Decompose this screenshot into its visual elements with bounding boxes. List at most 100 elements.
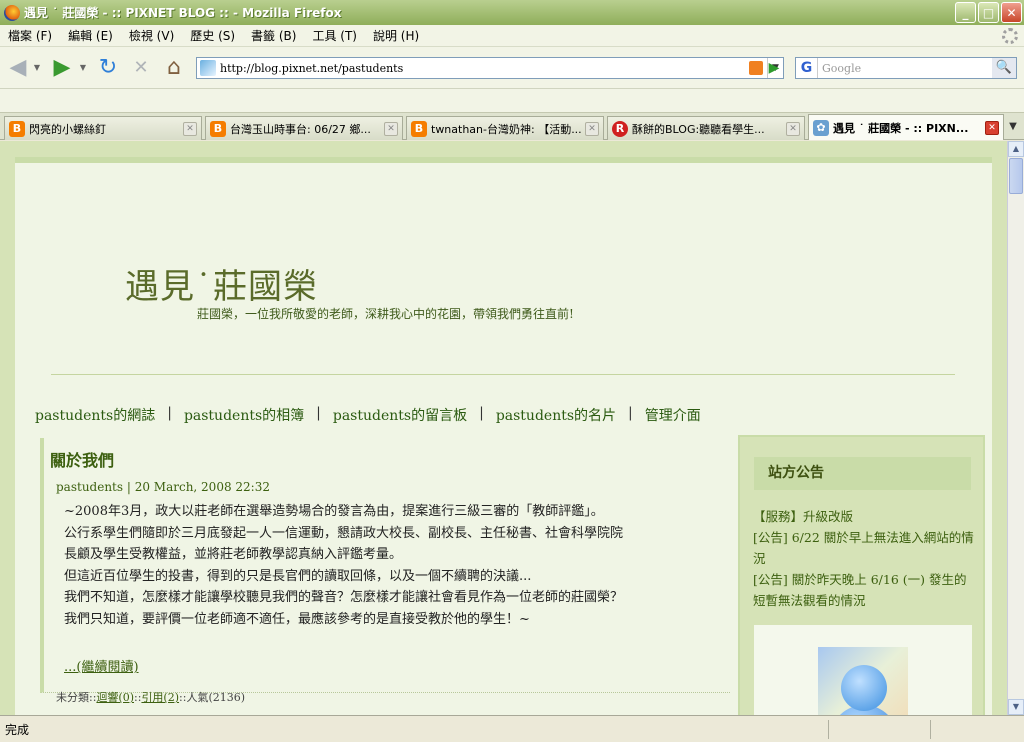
- blog-post: 關於我們 pastudents | 20 March, 2008 22:32 ~…: [40, 438, 730, 704]
- nav-separator: |: [479, 405, 484, 421]
- post-line: 但這近百位學生的投書，得到的只是長官們的讀取回條，以及一個不續聘的決議...: [64, 568, 532, 584]
- blog-nav: pastudents的網誌 | pastudents的相簿 | pastuden…: [35, 405, 701, 425]
- header-divider: [51, 374, 955, 375]
- post-line: 公行系學生們隨即於三月底發起一人一信運動，懇請政大校長、副校長、主任秘書、社會科…: [64, 525, 624, 541]
- r-icon: R: [612, 120, 628, 137]
- home-button[interactable]: ⌂: [160, 54, 188, 80]
- tab-title: 遇見 ˙ 莊國榮 - :: PIXN...: [833, 121, 969, 135]
- tab-close-button[interactable]: ✕: [183, 121, 197, 136]
- blog-description: 莊國榮，一位我所敬愛的老師，深耕我心中的花園，帶領我們勇往直前!: [197, 307, 574, 321]
- scroll-down-arrow-icon[interactable]: ▼: [1008, 699, 1024, 715]
- read-more-link[interactable]: ...(繼續閱讀): [64, 656, 139, 675]
- scroll-thumb[interactable]: [1009, 158, 1023, 194]
- tab-close-button[interactable]: ✕: [585, 121, 599, 136]
- tab-bar: B 閃亮的小螺絲釘 ✕ B 台灣玉山時事台: 06/27 鄉... ✕ B tw…: [0, 113, 1024, 140]
- site-favicon-icon: [200, 60, 216, 76]
- nav-guestbook-link[interactable]: pastudents的留言板: [333, 405, 467, 425]
- nav-blog-link[interactable]: pastudents的網誌: [35, 405, 155, 425]
- firefox-logo-icon: [4, 4, 20, 21]
- menu-bookmarks[interactable]: 書籤 (B): [243, 27, 304, 44]
- pixnet-icon: ✿: [813, 119, 829, 136]
- rss-feed-icon[interactable]: [749, 61, 763, 75]
- tab-1[interactable]: B 閃亮的小螺絲釘 ✕: [4, 116, 202, 140]
- sidebar: 站方公告 【服務】升級改版 [公告] 6/22 關於早上無法進入網站的情況 [公…: [738, 435, 985, 715]
- tab-close-button[interactable]: ✕: [786, 121, 800, 136]
- post-line: 我們只知道，要評價一位老師適不適任，最應該參考的是直接受教於他的學生！~: [64, 611, 530, 627]
- close-window-button[interactable]: ✕: [1001, 2, 1022, 23]
- announcement-item[interactable]: [公告] 6/22 關於早上無法進入網站的情況: [753, 527, 975, 569]
- nav-separator: |: [167, 405, 172, 421]
- post-line: 我們不知道，怎麼樣才能讓學校聽見我們的聲音？怎麼樣才能讓社會看見作為一位老師的莊…: [64, 590, 624, 605]
- post-line: ~2008年3月，政大以莊老師在選舉造勢場合的發言為由，提案進行三級三審的「教師…: [64, 504, 604, 519]
- reload-button[interactable]: ↻: [94, 54, 122, 80]
- back-history-dropdown-icon[interactable]: ▼: [32, 54, 42, 80]
- scroll-up-arrow-icon[interactable]: ▲: [1008, 141, 1024, 157]
- navigation-toolbar: ◀ ▼ ▶ ▼ ↻ ✕ ⌂ http://blog.pixnet.net/pas…: [0, 47, 1024, 89]
- search-button[interactable]: 🔍: [992, 58, 1016, 78]
- vertical-scrollbar[interactable]: ▲ ▼: [1007, 141, 1024, 715]
- title-bar: 遇見 ˙ 莊國榮 - :: PIXNET BLOG :: - Mozilla F…: [0, 0, 1024, 25]
- search-bar[interactable]: G Google 🔍: [795, 57, 1017, 79]
- announcement-list: 【服務】升級改版 [公告] 6/22 關於早上無法進入網站的情況 [公告] 關於…: [753, 506, 975, 611]
- announcement-item[interactable]: [公告] 關於昨天晚上 6/16 (一) 發生的短暫無法觀看的情況: [753, 569, 975, 611]
- maximize-button[interactable]: □: [978, 2, 999, 23]
- search-input[interactable]: Google: [818, 62, 992, 75]
- sidebar-heading: 站方公告: [754, 457, 971, 490]
- post-category: 未分類::: [56, 691, 97, 704]
- forward-button[interactable]: ▶: [48, 54, 76, 80]
- tab-5-active[interactable]: ✿ 遇見 ˙ 莊國榮 - :: PIXN... ✕: [808, 114, 1004, 140]
- menu-help[interactable]: 說明 (H): [365, 27, 427, 44]
- trackback-link[interactable]: 引用(2): [141, 691, 179, 704]
- stop-button[interactable]: ✕: [128, 54, 154, 80]
- post-line: 長顧及學生受教權益，並將莊老師教學認真納入評鑑考量。: [64, 547, 403, 562]
- menu-bar: 檔案 (F) 編輯 (E) 檢視 (V) 歷史 (S) 書籤 (B) 工具 (T…: [0, 25, 1024, 47]
- blogger-icon: B: [9, 120, 25, 137]
- post-title[interactable]: 關於我們: [50, 447, 730, 471]
- profile-avatar-box: [754, 625, 972, 715]
- blogger-icon: B: [411, 120, 427, 137]
- nav-album-link[interactable]: pastudents的相簿: [184, 405, 304, 425]
- page-viewport: 遇見˙莊國榮 莊國榮，一位我所敬愛的老師，深耕我心中的花園，帶領我們勇往直前! …: [0, 141, 1007, 715]
- view-count: ::人氣(2136): [179, 691, 246, 704]
- menu-view[interactable]: 檢視 (V): [121, 27, 182, 44]
- tab-title: 台灣玉山時事台: 06/27 鄉...: [230, 122, 371, 136]
- back-button[interactable]: ◀: [6, 54, 30, 80]
- tab-title: 閃亮的小螺絲釘: [29, 122, 106, 136]
- status-divider: [828, 720, 829, 739]
- nav-separator: |: [628, 405, 633, 421]
- nav-separator: |: [316, 405, 321, 421]
- announcement-item[interactable]: 【服務】升級改版: [753, 506, 975, 527]
- google-engine-icon[interactable]: G: [796, 58, 818, 78]
- minimize-button[interactable]: _: [955, 2, 976, 23]
- bookmarks-toolbar: [0, 89, 1024, 113]
- comments-link[interactable]: 迴響(0): [96, 691, 134, 704]
- window-title: 遇見 ˙ 莊國榮 - :: PIXNET BLOG :: - Mozilla F…: [24, 6, 342, 20]
- tab-close-button[interactable]: ✕: [384, 121, 398, 136]
- tab-list-dropdown-icon[interactable]: ▼: [1004, 117, 1022, 137]
- nav-admin-link[interactable]: 管理介面: [645, 405, 701, 425]
- forward-history-dropdown-icon[interactable]: ▼: [78, 54, 88, 80]
- url-input[interactable]: http://blog.pixnet.net/pastudents: [220, 62, 749, 75]
- post-footer: 未分類::迴響(0)::引用(2)::人氣(2136): [56, 689, 730, 705]
- throbber-icon: [1002, 28, 1018, 44]
- tab-3[interactable]: B twnathan-台灣奶神: 【活動... ✕: [406, 116, 604, 140]
- menu-history[interactable]: 歷史 (S): [182, 27, 243, 44]
- go-button[interactable]: ▶: [764, 58, 784, 78]
- tab-title: twnathan-台灣奶神: 【活動...: [431, 122, 581, 136]
- post-meta: pastudents | 20 March, 2008 22:32: [56, 480, 270, 494]
- status-divider: [930, 720, 931, 739]
- blog-page: 遇見˙莊國榮 莊國榮，一位我所敬愛的老師，深耕我心中的花園，帶領我們勇往直前! …: [15, 157, 992, 715]
- tab-close-button[interactable]: ✕: [985, 120, 999, 135]
- url-bar[interactable]: http://blog.pixnet.net/pastudents ▼: [196, 57, 784, 79]
- status-text: 完成: [5, 722, 30, 737]
- blogger-icon: B: [210, 120, 226, 137]
- menu-edit[interactable]: 編輯 (E): [60, 27, 121, 44]
- tab-4[interactable]: R 酥餅的BLOG:聽聽看學生... ✕: [607, 116, 805, 140]
- blog-title[interactable]: 遇見˙莊國榮: [125, 259, 318, 308]
- menu-file[interactable]: 檔案 (F): [0, 27, 60, 44]
- post-body: ~2008年3月，政大以莊老師在選舉造勢場合的發言為由，提案進行三級三審的「教師…: [64, 501, 724, 630]
- menu-tools[interactable]: 工具 (T): [304, 27, 365, 44]
- tab-title: 酥餅的BLOG:聽聽看學生...: [632, 122, 765, 136]
- nav-profile-link[interactable]: pastudents的名片: [496, 405, 616, 425]
- tab-2[interactable]: B 台灣玉山時事台: 06/27 鄉... ✕: [205, 116, 403, 140]
